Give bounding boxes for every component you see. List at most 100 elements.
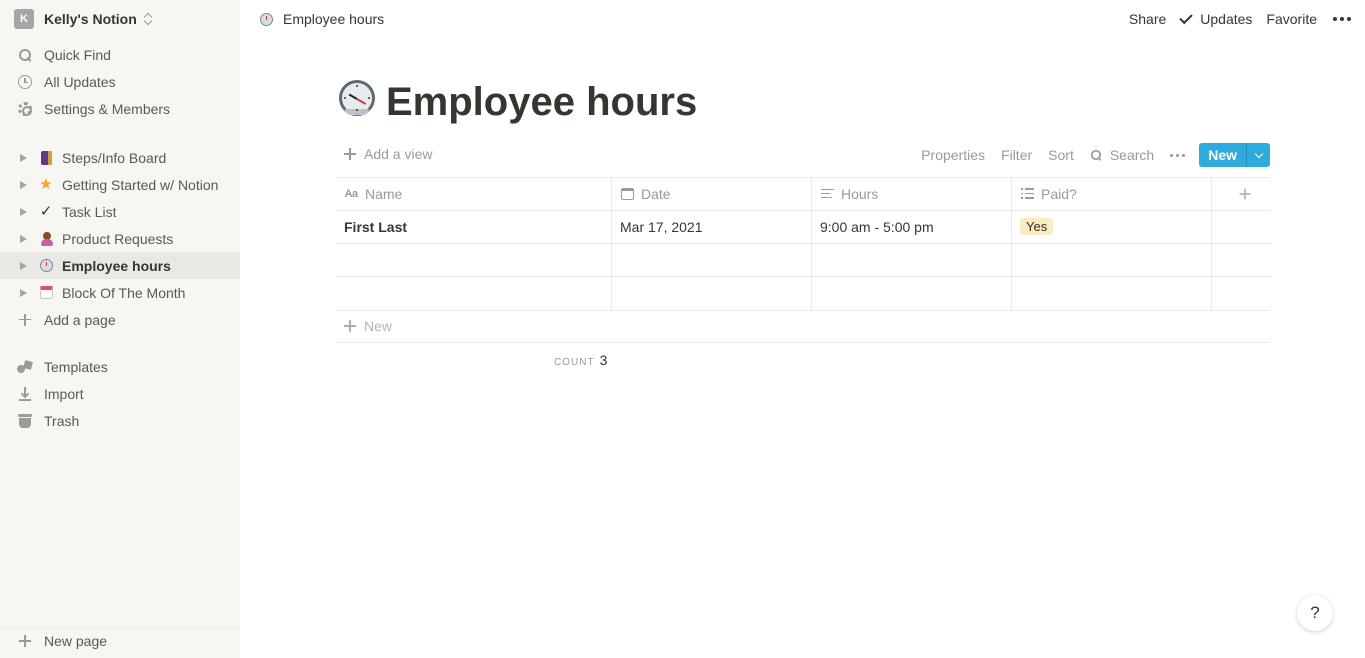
column-header-date[interactable]: Date [620, 177, 671, 210]
sidebar-item-label: Employee hours [62, 257, 171, 274]
table-cell-date[interactable]: Mar 17, 2021 [620, 210, 703, 243]
sidebar-page-employee-hours[interactable]: Employee hours [0, 252, 240, 279]
help-button[interactable]: ? [1297, 595, 1333, 631]
sidebar-item-settings[interactable]: Settings & Members [0, 95, 240, 122]
table-cell-paid[interactable] [1020, 243, 1205, 276]
column-header-paid[interactable]: Paid? [1020, 177, 1077, 210]
plus-icon [344, 148, 356, 160]
workspace-name: Kelly's Notion [44, 11, 137, 27]
chevron-updown-icon [143, 12, 153, 26]
checkmark-icon [1179, 10, 1193, 25]
page-title[interactable]: Employee hours [386, 78, 697, 126]
sidebar-item-import[interactable]: Import [0, 380, 240, 407]
filter-button[interactable]: Filter [1001, 147, 1032, 163]
sidebar-item-quick-find[interactable]: Quick Find [0, 41, 240, 68]
sidebar-page-getting-started[interactable]: ★ Getting Started w/ Notion [0, 171, 240, 198]
add-row-button[interactable]: New [344, 318, 392, 334]
add-row-label: New [364, 318, 393, 334]
sidebar-item-all-updates[interactable]: All Updates [0, 68, 240, 95]
table-cell-name[interactable] [344, 243, 604, 276]
top-actions: Share Updates Favorite [1115, 9, 1351, 29]
favorite-button[interactable]: Favorite [1266, 11, 1317, 27]
sidebar-item-label: Steps/Info Board [62, 149, 167, 166]
person-icon [38, 231, 54, 247]
table-cell-hours[interactable] [820, 276, 1005, 309]
sidebar-item-label: All Updates [44, 73, 116, 90]
share-button[interactable]: Share [1129, 11, 1166, 27]
table-cell-hours[interactable] [820, 243, 1005, 276]
search-label: Search [1109, 147, 1155, 163]
sidebar-item-label: Quick Find [44, 46, 111, 63]
database-view-bar: Add a view Properties Filter Sort Search… [336, 142, 1270, 168]
sidebar-page-block-of-the-month[interactable]: Block Of The Month [0, 279, 240, 306]
more-options-icon[interactable] [1170, 153, 1186, 157]
expand-triangle-icon[interactable] [20, 288, 27, 297]
import-icon [17, 386, 33, 402]
expand-triangle-icon[interactable] [20, 207, 27, 216]
status-badge: Yes [1020, 218, 1054, 235]
column-header-label: Date [641, 185, 671, 202]
table-cell-name[interactable] [344, 276, 604, 309]
properties-button[interactable]: Properties [921, 147, 985, 163]
table-cell-name[interactable]: First Last [344, 210, 407, 243]
list-icon [1020, 187, 1034, 201]
search-icon [17, 47, 33, 63]
column-header-label: Name [365, 185, 403, 202]
expand-triangle-icon[interactable] [20, 261, 27, 270]
sidebar-item-trash[interactable]: Trash [0, 407, 240, 434]
breadcrumb[interactable]: Employee hours [260, 10, 384, 28]
sort-button[interactable]: Sort [1048, 147, 1074, 163]
calendar-icon [620, 187, 634, 201]
templates-icon [17, 359, 33, 375]
updates-button[interactable]: Updates [1179, 10, 1253, 27]
column-header-label: Hours [841, 185, 879, 202]
table-cell-date[interactable] [620, 276, 805, 309]
add-page-label: Add a page [44, 311, 116, 328]
sidebar-item-label: Task List [62, 203, 117, 220]
sidebar-page-product-requests[interactable]: Product Requests [0, 225, 240, 252]
row-count[interactable]: COUNT 3 [554, 352, 607, 368]
sidebar-item-label: Settings & Members [44, 100, 171, 117]
expand-triangle-icon[interactable] [20, 180, 27, 189]
sidebar-item-templates[interactable]: Templates [0, 353, 240, 380]
count-label: COUNT [554, 357, 595, 368]
updates-label: Updates [1200, 11, 1253, 27]
add-column-button[interactable] [1220, 177, 1270, 210]
more-options-icon[interactable] [1333, 17, 1351, 21]
clock-icon [38, 258, 54, 274]
sidebar-item-label: Getting Started w/ Notion [62, 176, 219, 193]
column-header-name[interactable]: Aa Name [344, 177, 402, 210]
sidebar-item-label: Block Of The Month [62, 284, 186, 301]
sidebar-page-steps-info-board[interactable]: Steps/Info Board [0, 144, 240, 171]
column-header-label: Paid? [1041, 185, 1077, 202]
workspace-switcher[interactable]: K Kelly's Notion [14, 9, 153, 29]
expand-triangle-icon[interactable] [20, 234, 27, 243]
add-view-button[interactable]: Add a view [344, 146, 432, 162]
table-cell-hours[interactable]: 9:00 am - 5:00 pm [820, 210, 934, 243]
chevron-down-icon[interactable] [1246, 143, 1270, 167]
plus-icon [344, 320, 356, 332]
column-header-hours[interactable]: Hours [820, 177, 878, 210]
calendar-icon [38, 285, 54, 301]
add-view-label: Add a view [364, 146, 433, 162]
table-cell-date[interactable] [620, 243, 805, 276]
plus-icon [1239, 188, 1251, 199]
sidebar-page-task-list[interactable]: ✓ Task List [0, 198, 240, 225]
new-page-button[interactable]: New page [0, 627, 240, 654]
expand-triangle-icon[interactable] [20, 153, 27, 162]
sidebar-item-label: Product Requests [62, 230, 174, 247]
add-page-button[interactable]: Add a page [0, 306, 240, 333]
clock-icon [17, 74, 33, 90]
plus-icon [17, 633, 33, 649]
new-button-label[interactable]: New [1199, 143, 1246, 167]
table-cell-paid[interactable] [1020, 276, 1205, 309]
trash-icon [17, 413, 33, 429]
new-record-button[interactable]: New [1199, 143, 1270, 167]
clock-icon [260, 12, 273, 26]
table-cell-paid[interactable]: Yes [1020, 210, 1054, 243]
search-button[interactable]: Search [1090, 147, 1154, 163]
workspace-avatar: K [14, 9, 34, 29]
count-value: 3 [599, 352, 608, 368]
new-page-label: New page [44, 633, 108, 649]
alarm-clock-icon[interactable] [339, 80, 375, 116]
